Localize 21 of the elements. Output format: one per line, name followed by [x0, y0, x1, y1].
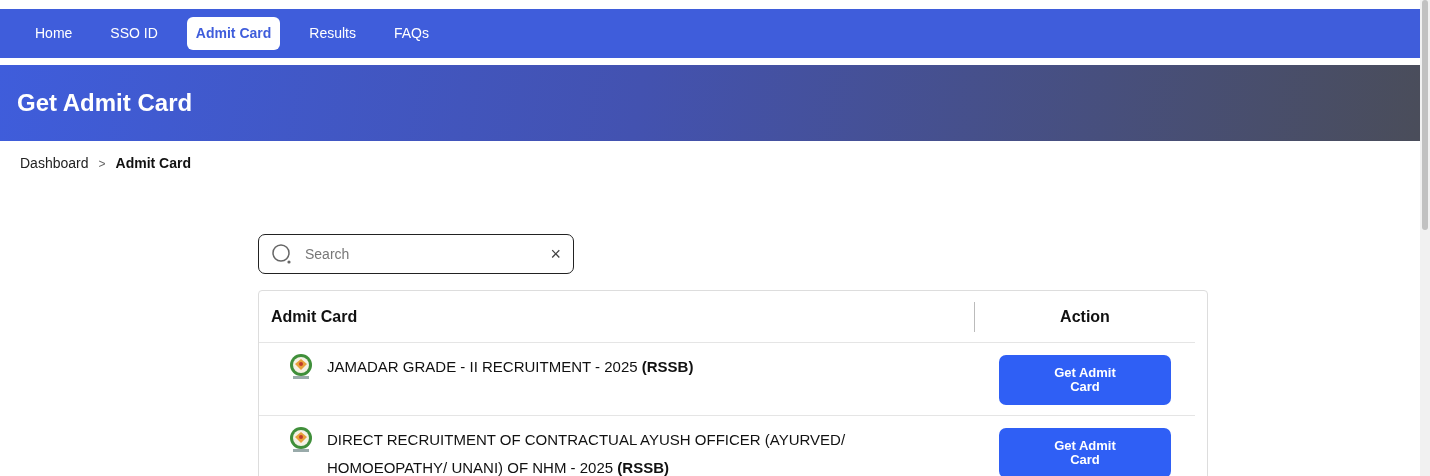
- admit-card-title: JAMADAR GRADE - II RECRUITMENT - 2025 (RSSB): [327, 357, 694, 377]
- nav-tab[interactable]: Admit Card: [186, 17, 281, 50]
- breadcrumb-separator: >: [98, 155, 106, 173]
- get-admit-card-button[interactable]: Get Admit Card: [999, 428, 1171, 476]
- search-field[interactable]: Search ×: [258, 234, 574, 274]
- scrollbar[interactable]: [1420, 0, 1430, 476]
- breadcrumb-current: Admit Card: [115, 154, 191, 173]
- nav-tab[interactable]: Results: [300, 17, 365, 50]
- get-admit-card-button[interactable]: Get Admit Card: [999, 355, 1171, 405]
- emblem-icon: [287, 426, 315, 454]
- emblem-icon: [287, 353, 315, 381]
- admit-card-title: DIRECT RECRUITMENT OF CONTRACTUAL AYUSH OFFICER (AYURVED/ HOMOEOPATHY/ UNANI) OF NHM - 2025 (RSSB): [327, 430, 847, 476]
- column-header: Action: [1059, 306, 1111, 327]
- clear-button[interactable]: ×: [550, 240, 561, 268]
- column-header: Admit Card: [259, 301, 975, 332]
- nav-tab[interactable]: Home: [26, 17, 82, 50]
- search-icon: [271, 243, 293, 265]
- page-title: Get Admit Card: [17, 88, 193, 118]
- nav-tab[interactable]: SSO ID: [101, 17, 167, 50]
- nav-tab[interactable]: FAQs: [384, 17, 438, 50]
- breadcrumb-link[interactable]: Dashboard: [20, 153, 89, 174]
